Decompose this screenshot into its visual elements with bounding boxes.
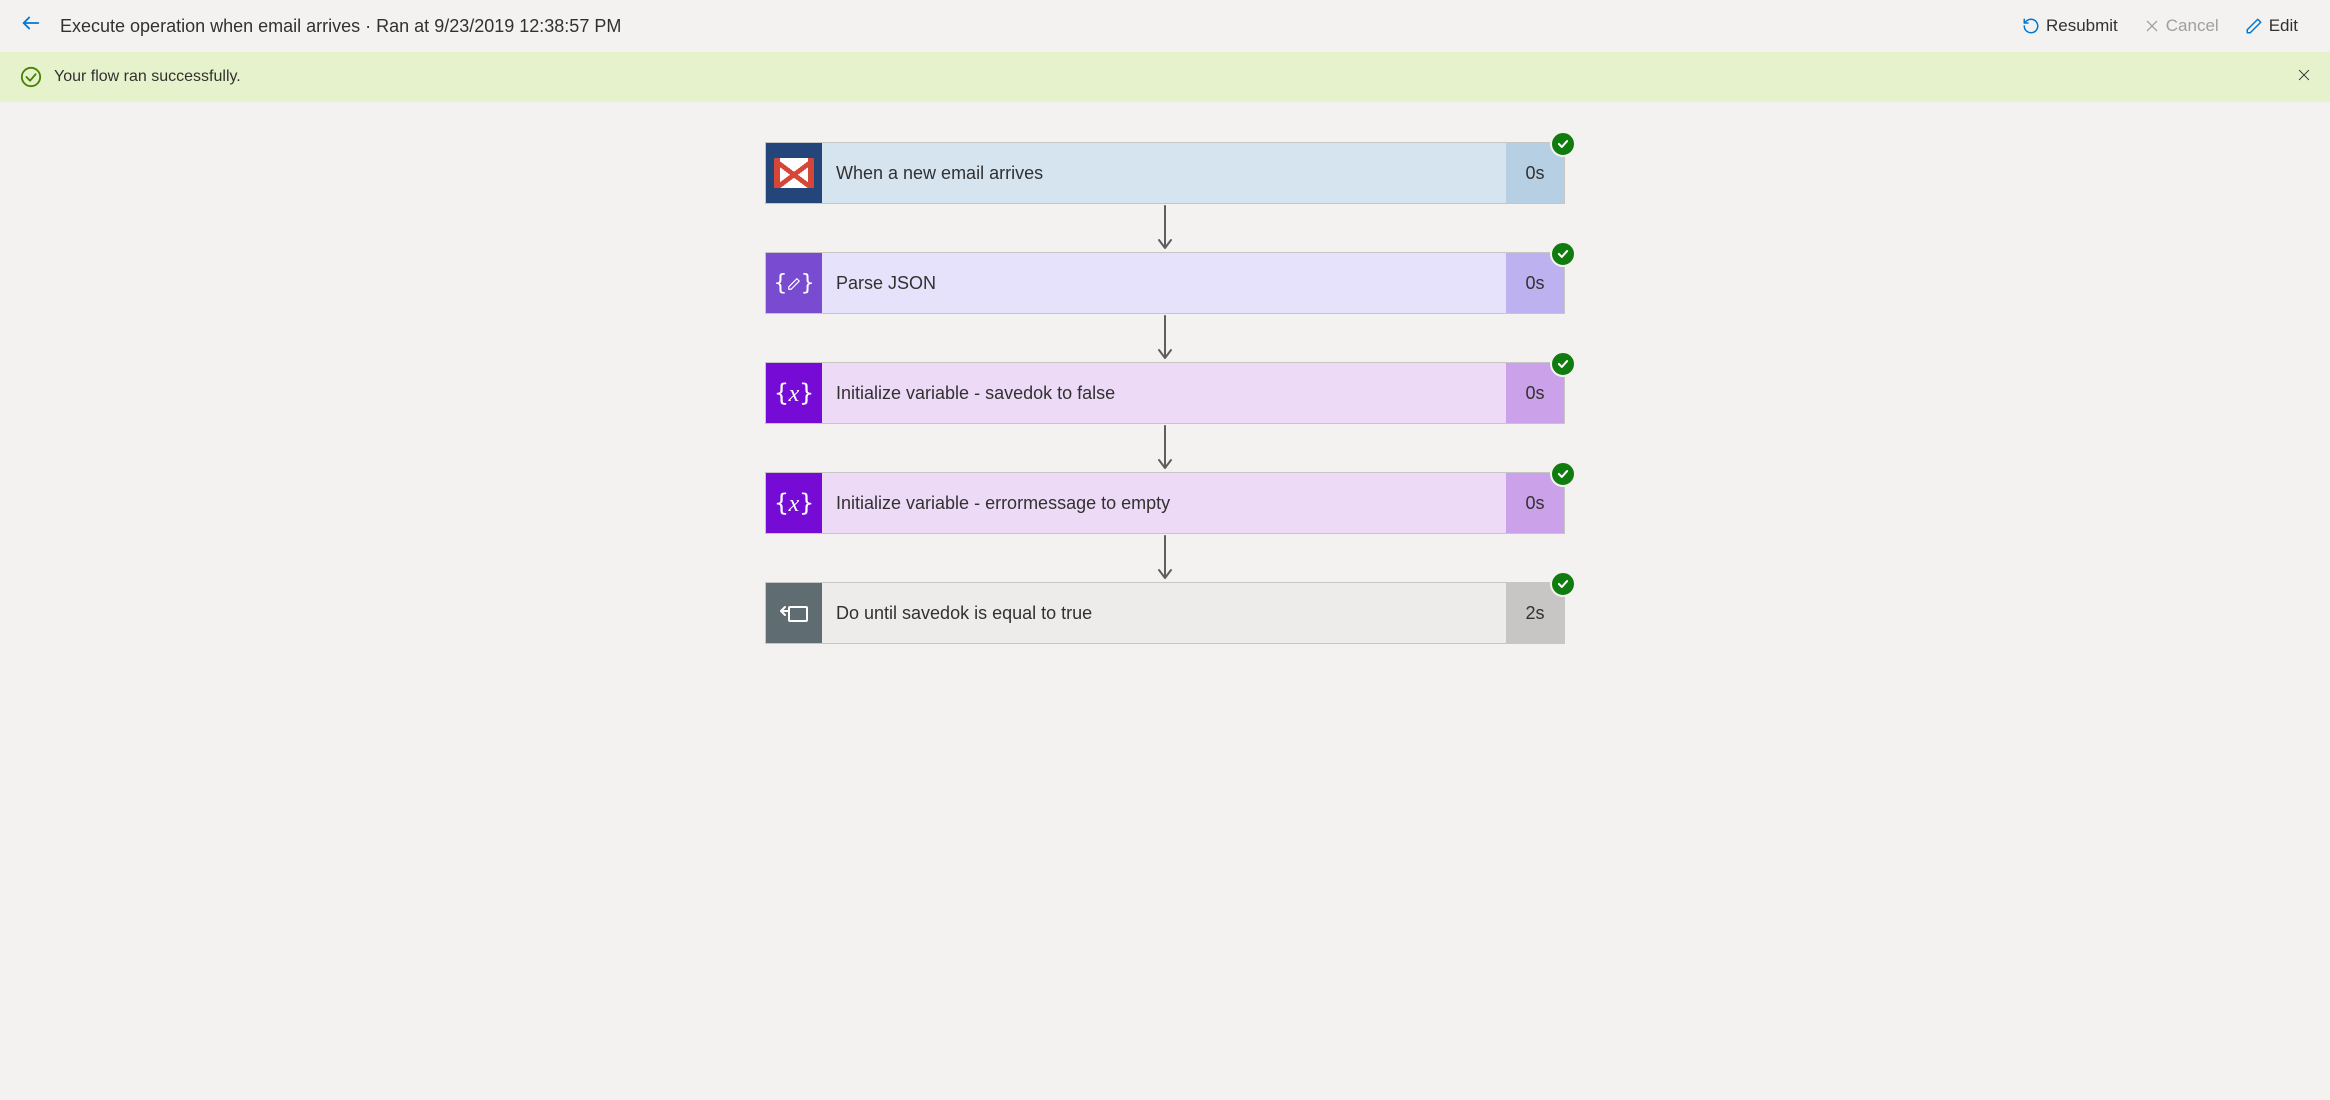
success-badge-icon [1550,131,1576,157]
step-title: Initialize variable - errormessage to em… [822,493,1506,514]
page-title: Execute operation when email arrives · R… [60,16,2010,37]
success-badge-icon [1550,351,1576,377]
step-title: Initialize variable - savedok to false [822,383,1506,404]
step-parse-json[interactable]: {} Parse JSON 0s [765,252,1565,314]
close-icon [2144,18,2160,34]
flow-name: Execute operation when email arrives [60,16,360,36]
back-arrow-icon[interactable] [20,12,50,40]
step-title: Parse JSON [822,273,1506,294]
flow-canvas: When a new email arrives 0s {} Parse JSO… [0,102,2330,704]
refresh-icon [2022,17,2040,35]
run-at-separator: · Ran at [360,16,434,36]
success-badge-icon [1550,571,1576,597]
variable-icon: {x} [766,363,822,423]
pencil-icon [2245,17,2263,35]
success-badge-icon [1550,241,1576,267]
variable-icon: {x} [766,473,822,533]
run-timestamp: 9/23/2019 12:38:57 PM [434,16,621,36]
resubmit-label: Resubmit [2046,16,2118,36]
success-message: Your flow ran successfully. [54,68,241,86]
page-header: Execute operation when email arrives · R… [0,0,2330,52]
success-badge-icon [1550,461,1576,487]
step-init-savedok[interactable]: {x} Initialize variable - savedok to fal… [765,362,1565,424]
resubmit-button[interactable]: Resubmit [2010,8,2130,44]
cancel-label: Cancel [2166,16,2219,36]
step-do-until[interactable]: Do until savedok is equal to true 2s [765,582,1565,644]
connector-arrow-icon [1164,314,1166,362]
cancel-button: Cancel [2132,8,2231,44]
close-banner-icon[interactable] [2296,66,2312,89]
step-init-errormessage[interactable]: {x} Initialize variable - errormessage t… [765,472,1565,534]
gmail-icon [766,143,822,203]
check-circle-icon [20,66,42,88]
connector-arrow-icon [1164,424,1166,472]
success-banner: Your flow ran successfully. [0,52,2330,102]
edit-button[interactable]: Edit [2233,8,2310,44]
loop-icon [766,583,822,643]
connector-arrow-icon [1164,534,1166,582]
json-icon: {} [766,253,822,313]
header-actions: Resubmit Cancel Edit [2010,8,2310,44]
step-trigger-email[interactable]: When a new email arrives 0s [765,142,1565,204]
step-title: When a new email arrives [822,163,1506,184]
edit-label: Edit [2269,16,2298,36]
connector-arrow-icon [1164,204,1166,252]
step-title: Do until savedok is equal to true [822,603,1506,624]
